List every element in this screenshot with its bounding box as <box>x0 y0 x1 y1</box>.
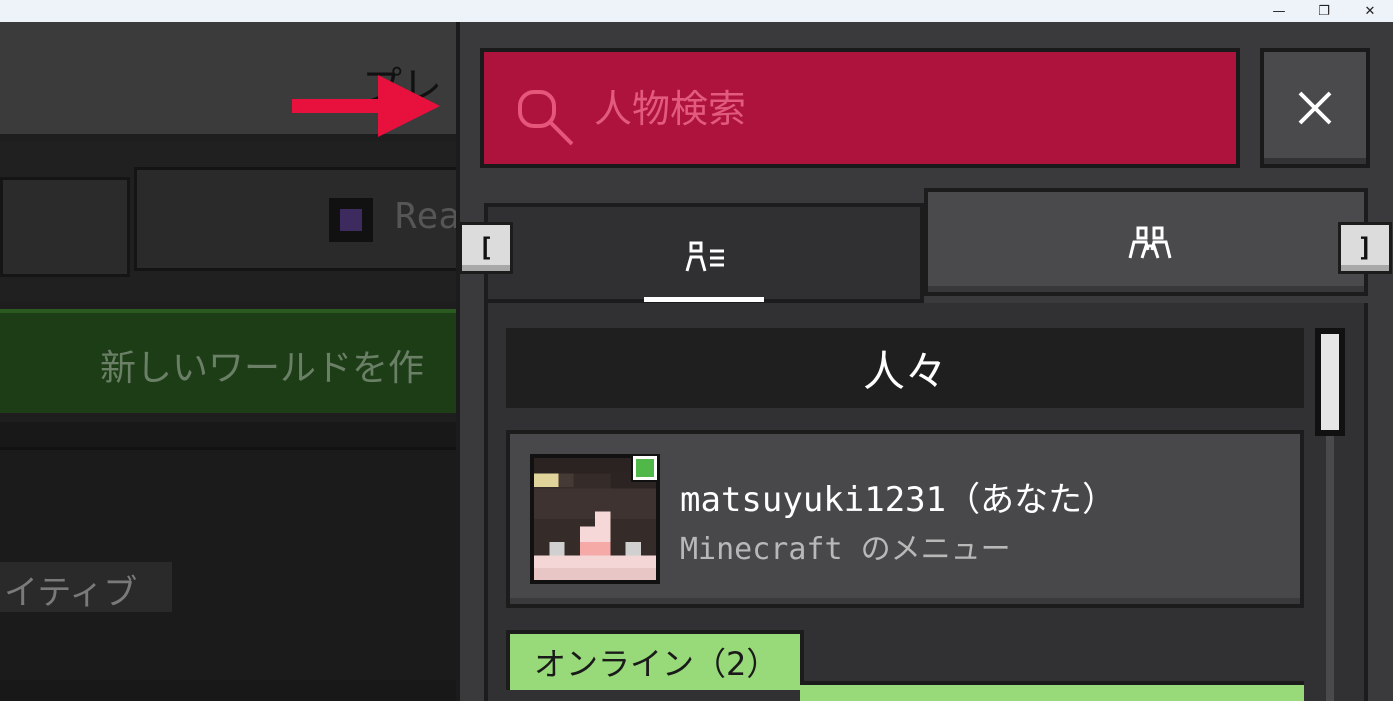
online-section-label: オンライン（2） <box>534 645 779 683</box>
tab-friends[interactable] <box>484 203 924 303</box>
current-user-status: Minecraft のメニュー <box>680 532 1011 567</box>
window-title-bar: — ❐ ✕ <box>0 0 1393 22</box>
scrollbar-thumb[interactable] <box>1315 328 1345 436</box>
background-realms-button: Rea <box>134 167 460 271</box>
background-game-mode: イティブ <box>0 562 172 613</box>
background-realms-label: Rea <box>395 196 460 237</box>
social-group-icon <box>1128 226 1172 259</box>
friends-list-icon <box>685 241 724 272</box>
background-left-button <box>0 177 130 277</box>
background-create-world-label: 新しいワールドを作 <box>100 348 425 389</box>
bracket-left-key: [ <box>459 222 513 274</box>
username-text: matsuyuki1231 <box>680 480 947 520</box>
username-you-suffix: （あなた） <box>946 480 1117 520</box>
minimize-button[interactable]: — <box>1256 0 1302 22</box>
people-header-text: 人々 <box>862 346 947 396</box>
background-create-world-button: 新しいワールドを作 <box>0 309 460 413</box>
people-section-header: 人々 <box>506 328 1304 408</box>
online-section-tab[interactable]: オンライン（2） <box>506 630 804 690</box>
realms-icon <box>329 198 373 242</box>
close-panel-button[interactable] <box>1260 48 1370 168</box>
bracket-right-key: ] <box>1338 222 1392 274</box>
annotation-arrow-icon <box>292 75 440 137</box>
close-icon <box>1298 91 1332 125</box>
current-username: matsuyuki1231（あなた） <box>680 472 1116 521</box>
background-game-mode-label: イティブ <box>4 573 138 613</box>
tab-social[interactable] <box>924 188 1368 296</box>
people-search-input[interactable] <box>594 82 1194 136</box>
online-section-bar <box>800 681 1304 701</box>
search-icon <box>518 90 574 146</box>
window-close-button[interactable]: ✕ <box>1347 0 1393 22</box>
online-status-icon <box>631 454 659 482</box>
tab-selected-indicator <box>644 297 764 302</box>
people-search-bar[interactable] <box>480 48 1240 168</box>
maximize-button[interactable]: ❐ <box>1301 0 1347 22</box>
